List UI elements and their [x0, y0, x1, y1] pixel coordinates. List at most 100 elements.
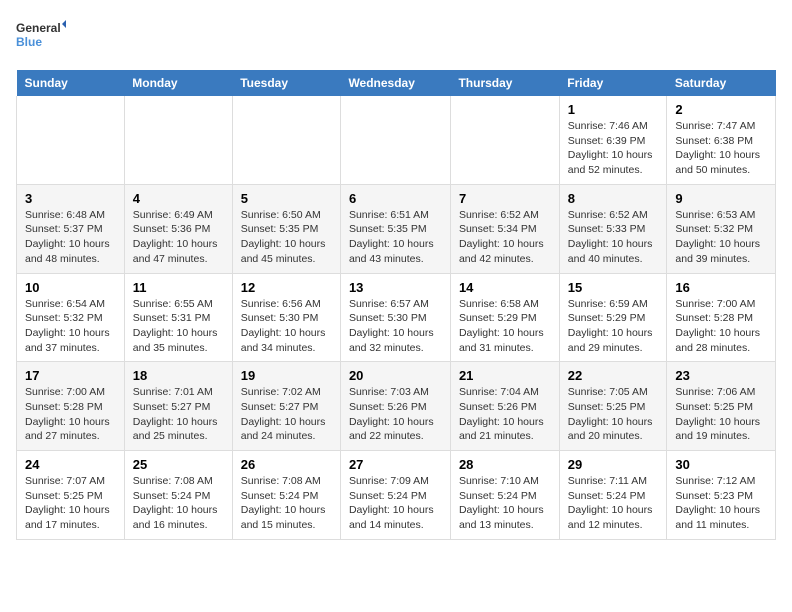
day-number: 10 [25, 280, 116, 295]
calendar-cell: 1 Sunrise: 7:46 AM Sunset: 6:39 PM Daylig… [559, 96, 667, 184]
day-number: 21 [459, 368, 551, 383]
day-detail: Sunrise: 6:52 AM Sunset: 5:33 PM Dayligh… [568, 208, 659, 267]
day-number: 14 [459, 280, 551, 295]
day-detail: Sunrise: 7:04 AM Sunset: 5:26 PM Dayligh… [459, 385, 551, 444]
column-header-saturday: Saturday [667, 70, 776, 96]
day-number: 4 [133, 191, 224, 206]
day-number: 1 [568, 102, 659, 117]
logo-svg: General Blue [16, 16, 66, 58]
calendar-cell: 28 Sunrise: 7:10 AM Sunset: 5:24 PM Dayli… [450, 451, 559, 540]
page-header: General Blue [16, 16, 776, 58]
day-number: 12 [241, 280, 332, 295]
calendar-cell [232, 96, 340, 184]
calendar-cell: 29 Sunrise: 7:11 AM Sunset: 5:24 PM Dayli… [559, 451, 667, 540]
column-header-monday: Monday [124, 70, 232, 96]
calendar-cell: 2Sunrise: 7:47 AM Sunset: 6:38 PM Daylig… [667, 96, 776, 184]
day-detail: Sunrise: 6:58 AM Sunset: 5:29 PM Dayligh… [459, 297, 551, 356]
day-detail: Sunrise: 6:54 AM Sunset: 5:32 PM Dayligh… [25, 297, 116, 356]
column-header-friday: Friday [559, 70, 667, 96]
calendar-cell: 15 Sunrise: 6:59 AM Sunset: 5:29 PM Dayli… [559, 273, 667, 362]
calendar-week-row: 24 Sunrise: 7:07 AM Sunset: 5:25 PM Dayli… [17, 451, 776, 540]
day-detail: Sunrise: 6:56 AM Sunset: 5:30 PM Dayligh… [241, 297, 332, 356]
day-number: 28 [459, 457, 551, 472]
day-number: 11 [133, 280, 224, 295]
day-detail: Sunrise: 6:51 AM Sunset: 5:35 PM Dayligh… [349, 208, 442, 267]
logo: General Blue [16, 16, 66, 58]
calendar-cell: 24 Sunrise: 7:07 AM Sunset: 5:25 PM Dayli… [17, 451, 125, 540]
day-detail: Sunrise: 7:01 AM Sunset: 5:27 PM Dayligh… [133, 385, 224, 444]
calendar-cell: 14 Sunrise: 6:58 AM Sunset: 5:29 PM Dayli… [450, 273, 559, 362]
day-number: 20 [349, 368, 442, 383]
calendar-cell: 21 Sunrise: 7:04 AM Sunset: 5:26 PM Dayli… [450, 362, 559, 451]
day-number: 6 [349, 191, 442, 206]
day-detail: Sunrise: 7:06 AM Sunset: 5:25 PM Dayligh… [675, 385, 767, 444]
calendar-week-row: 1 Sunrise: 7:46 AM Sunset: 6:39 PM Daylig… [17, 96, 776, 184]
day-detail: Sunrise: 7:08 AM Sunset: 5:24 PM Dayligh… [241, 474, 332, 533]
day-detail: Sunrise: 6:52 AM Sunset: 5:34 PM Dayligh… [459, 208, 551, 267]
day-detail: Sunrise: 7:00 AM Sunset: 5:28 PM Dayligh… [25, 385, 116, 444]
calendar-cell: 30 Sunrise: 7:12 AM Sunset: 5:23 PM Dayli… [667, 451, 776, 540]
calendar-cell: 26Sunrise: 7:08 AM Sunset: 5:24 PM Dayli… [232, 451, 340, 540]
column-header-tuesday: Tuesday [232, 70, 340, 96]
day-number: 29 [568, 457, 659, 472]
calendar-cell: 27 Sunrise: 7:09 AM Sunset: 5:24 PM Dayli… [340, 451, 450, 540]
day-detail: Sunrise: 7:02 AM Sunset: 5:27 PM Dayligh… [241, 385, 332, 444]
calendar-cell: 12 Sunrise: 6:56 AM Sunset: 5:30 PM Dayli… [232, 273, 340, 362]
calendar-cell: 16 Sunrise: 7:00 AM Sunset: 5:28 PM Dayli… [667, 273, 776, 362]
calendar-cell: 11Sunrise: 6:55 AM Sunset: 5:31 PM Dayli… [124, 273, 232, 362]
day-number: 17 [25, 368, 116, 383]
day-number: 27 [349, 457, 442, 472]
column-header-thursday: Thursday [450, 70, 559, 96]
calendar-cell: 20 Sunrise: 7:03 AM Sunset: 5:26 PM Dayli… [340, 362, 450, 451]
day-detail: Sunrise: 6:53 AM Sunset: 5:32 PM Dayligh… [675, 208, 767, 267]
day-detail: Sunrise: 7:05 AM Sunset: 5:25 PM Dayligh… [568, 385, 659, 444]
calendar-cell: 19 Sunrise: 7:02 AM Sunset: 5:27 PM Dayli… [232, 362, 340, 451]
calendar-week-row: 17 Sunrise: 7:00 AM Sunset: 5:28 PM Dayli… [17, 362, 776, 451]
calendar-table: SundayMondayTuesdayWednesdayThursdayFrid… [16, 70, 776, 540]
day-detail: Sunrise: 7:11 AM Sunset: 5:24 PM Dayligh… [568, 474, 659, 533]
calendar-week-row: 10 Sunrise: 6:54 AM Sunset: 5:32 PM Dayli… [17, 273, 776, 362]
day-number: 30 [675, 457, 767, 472]
day-detail: Sunrise: 7:08 AM Sunset: 5:24 PM Dayligh… [133, 474, 224, 533]
day-detail: Sunrise: 7:12 AM Sunset: 5:23 PM Dayligh… [675, 474, 767, 533]
calendar-cell: 4 Sunrise: 6:49 AM Sunset: 5:36 PM Daylig… [124, 184, 232, 273]
day-number: 18 [133, 368, 224, 383]
day-number: 16 [675, 280, 767, 295]
svg-text:General: General [16, 21, 61, 35]
day-number: 9 [675, 191, 767, 206]
day-number: 15 [568, 280, 659, 295]
day-detail: Sunrise: 6:48 AM Sunset: 5:37 PM Dayligh… [25, 208, 116, 267]
calendar-week-row: 3Sunrise: 6:48 AM Sunset: 5:37 PM Daylig… [17, 184, 776, 273]
day-detail: Sunrise: 7:07 AM Sunset: 5:25 PM Dayligh… [25, 474, 116, 533]
calendar-cell: 23 Sunrise: 7:06 AM Sunset: 5:25 PM Dayli… [667, 362, 776, 451]
column-header-wednesday: Wednesday [340, 70, 450, 96]
day-detail: Sunrise: 6:49 AM Sunset: 5:36 PM Dayligh… [133, 208, 224, 267]
column-header-sunday: Sunday [17, 70, 125, 96]
day-number: 2 [675, 102, 767, 117]
calendar-cell: 10 Sunrise: 6:54 AM Sunset: 5:32 PM Dayli… [17, 273, 125, 362]
day-detail: Sunrise: 6:57 AM Sunset: 5:30 PM Dayligh… [349, 297, 442, 356]
calendar-cell: 17 Sunrise: 7:00 AM Sunset: 5:28 PM Dayli… [17, 362, 125, 451]
day-number: 7 [459, 191, 551, 206]
calendar-cell: 9 Sunrise: 6:53 AM Sunset: 5:32 PM Daylig… [667, 184, 776, 273]
day-detail: Sunrise: 7:00 AM Sunset: 5:28 PM Dayligh… [675, 297, 767, 356]
calendar-cell: 5Sunrise: 6:50 AM Sunset: 5:35 PM Daylig… [232, 184, 340, 273]
svg-text:Blue: Blue [16, 35, 42, 49]
day-detail: Sunrise: 7:03 AM Sunset: 5:26 PM Dayligh… [349, 385, 442, 444]
day-number: 13 [349, 280, 442, 295]
day-number: 24 [25, 457, 116, 472]
day-detail: Sunrise: 7:10 AM Sunset: 5:24 PM Dayligh… [459, 474, 551, 533]
calendar-cell [340, 96, 450, 184]
day-detail: Sunrise: 7:46 AM Sunset: 6:39 PM Dayligh… [568, 119, 659, 178]
day-number: 19 [241, 368, 332, 383]
calendar-header-row: SundayMondayTuesdayWednesdayThursdayFrid… [17, 70, 776, 96]
day-detail: Sunrise: 6:59 AM Sunset: 5:29 PM Dayligh… [568, 297, 659, 356]
day-detail: Sunrise: 6:50 AM Sunset: 5:35 PM Dayligh… [241, 208, 332, 267]
calendar-cell [124, 96, 232, 184]
calendar-cell: 18 Sunrise: 7:01 AM Sunset: 5:27 PM Dayli… [124, 362, 232, 451]
day-number: 22 [568, 368, 659, 383]
day-number: 23 [675, 368, 767, 383]
day-detail: Sunrise: 7:09 AM Sunset: 5:24 PM Dayligh… [349, 474, 442, 533]
calendar-cell: 7 Sunrise: 6:52 AM Sunset: 5:34 PM Daylig… [450, 184, 559, 273]
day-number: 8 [568, 191, 659, 206]
